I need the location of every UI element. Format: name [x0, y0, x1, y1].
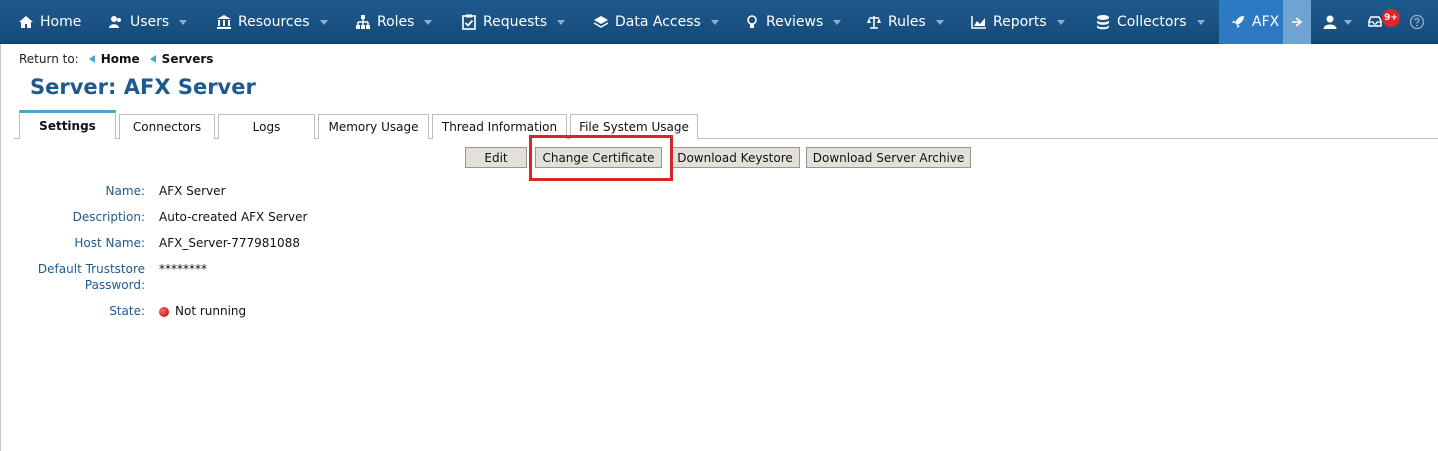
chevron-down-icon: [710, 19, 719, 25]
arrow-right-icon: [1292, 17, 1303, 27]
state-value-row: Not running: [159, 303, 246, 319]
nav-users-label: Users: [130, 14, 170, 30]
status-dot-icon: [159, 306, 169, 317]
nav-data-access[interactable]: Data Access: [593, 0, 719, 44]
layers-icon: [593, 16, 609, 28]
edit-button[interactable]: Edit: [465, 147, 527, 168]
chevron-down-icon: [1196, 19, 1205, 25]
nav-requests[interactable]: Requests: [461, 0, 566, 44]
triangle-left-icon: [149, 55, 156, 63]
hierarchy-icon: [356, 15, 370, 29]
highlight-box: [529, 135, 673, 181]
nav-requests-label: Requests: [483, 14, 548, 30]
nav-home-label: Home: [40, 14, 82, 30]
tab-settings[interactable]: Settings: [19, 110, 116, 139]
description-value: Auto-created AFX Server: [159, 210, 308, 224]
nav-resources-label: Resources: [238, 14, 310, 30]
nav-users[interactable]: Users: [108, 0, 188, 44]
download-keystore-button[interactable]: Download Keystore: [670, 147, 800, 168]
truststore-label-line2: Password:: [84, 278, 145, 292]
nav-reports-label: Reports: [993, 14, 1047, 30]
nav-rules-label: Rules: [888, 14, 926, 30]
user-icon: [1323, 15, 1337, 29]
page-title: Server: AFX Server: [30, 75, 256, 99]
database-icon: [1097, 15, 1109, 30]
inbox-icon: [1368, 16, 1382, 27]
chevron-down-icon: [935, 19, 944, 25]
host-name-label: Host Name:: [74, 236, 145, 250]
breadcrumb-home-link[interactable]: Home: [101, 52, 140, 66]
description-label: Description:: [72, 210, 145, 224]
chevron-down-icon: [1056, 19, 1065, 25]
name-value: AFX Server: [159, 184, 226, 198]
institution-icon: [217, 15, 231, 29]
nav-rules[interactable]: Rules: [866, 0, 944, 44]
nav-afx-label: AFX: [1252, 14, 1280, 30]
nav-reviews-label: Reviews: [766, 14, 824, 30]
truststore-label-line1: Default Truststore: [37, 262, 145, 276]
breadcrumb-label: Return to:: [19, 52, 79, 66]
host-name-value: AFX_Server-777981088: [159, 236, 300, 250]
nav-roles-label: Roles: [377, 14, 415, 30]
afx-collapse-toggle[interactable]: [1283, 0, 1311, 44]
state-value: Not running: [175, 304, 247, 318]
chevron-down-icon: [1344, 19, 1352, 25]
breadcrumb: Return to: Home Servers: [19, 52, 213, 66]
nav-home[interactable]: Home: [18, 0, 81, 44]
nav-collectors[interactable]: Collectors: [1095, 0, 1205, 44]
chevron-down-icon: [424, 19, 433, 25]
help-button[interactable]: [1409, 0, 1431, 44]
tab-memory-usage[interactable]: Memory Usage: [318, 114, 429, 139]
nav-reviews[interactable]: Reviews: [744, 0, 842, 44]
users-icon: [109, 16, 121, 28]
tab-connectors[interactable]: Connectors: [119, 114, 215, 139]
name-label: Name:: [105, 184, 145, 198]
chevron-down-icon: [557, 19, 566, 25]
tab-logs[interactable]: Logs: [218, 114, 315, 139]
chevron-down-icon: [833, 19, 842, 25]
scales-icon: [867, 16, 881, 29]
area-chart-icon: [971, 16, 986, 29]
top-navigation-bar: Home Users Resources Roles Requests Data…: [0, 0, 1438, 44]
nav-roles[interactable]: Roles: [355, 0, 433, 44]
help-icon: [1409, 14, 1425, 30]
breadcrumb-servers-link[interactable]: Servers: [162, 52, 214, 66]
lightbulb-icon: [747, 15, 757, 28]
truststore-value: ********: [159, 262, 207, 276]
notification-badge: 9+: [1382, 9, 1400, 27]
user-menu[interactable]: [1322, 0, 1352, 44]
home-icon: [19, 16, 33, 28]
state-label: State:: [109, 304, 145, 318]
rocket-icon: [1232, 16, 1244, 28]
nav-reports[interactable]: Reports: [971, 0, 1065, 44]
triangle-left-icon: [88, 55, 95, 63]
nav-data-access-label: Data Access: [615, 14, 701, 30]
clipboard-check-icon: [462, 14, 476, 30]
chevron-down-icon: [319, 19, 328, 25]
nav-afx-content[interactable]: AFX: [1230, 0, 1279, 44]
chevron-down-icon: [179, 19, 188, 25]
download-server-archive-button[interactable]: Download Server Archive: [806, 147, 971, 168]
nav-resources[interactable]: Resources: [216, 0, 328, 44]
nav-collectors-label: Collectors: [1117, 14, 1187, 30]
